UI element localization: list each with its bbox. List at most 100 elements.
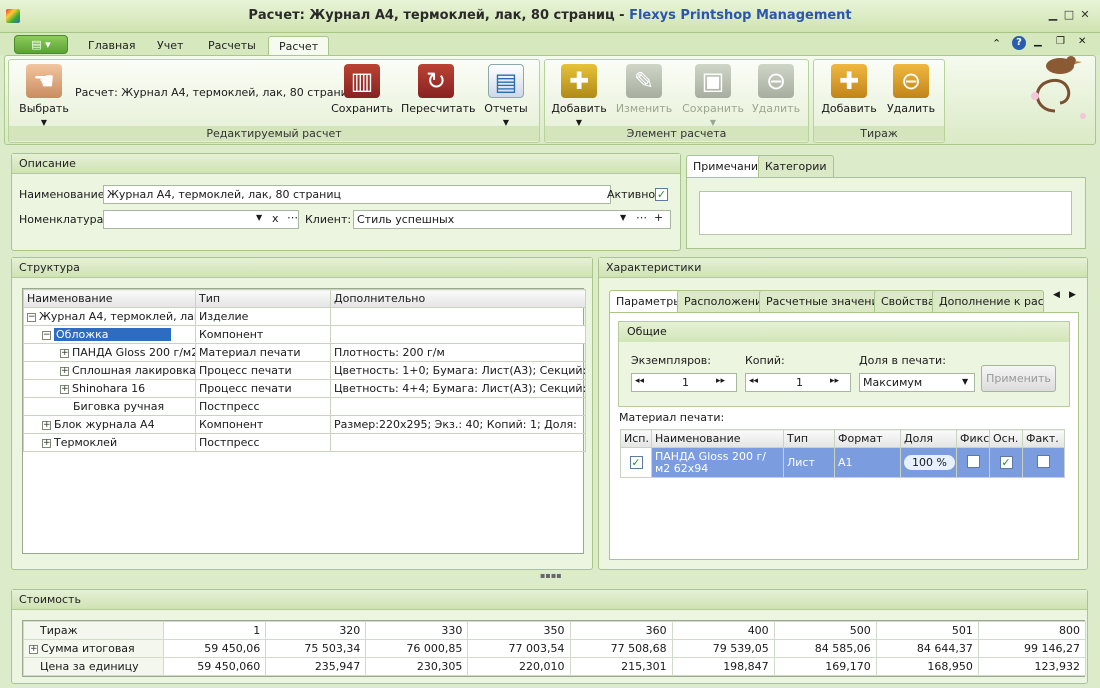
tab-computed-values[interactable]: Расчетные значения bbox=[759, 290, 893, 312]
cell[interactable]: 400 bbox=[671, 621, 775, 640]
cell[interactable]: 59 450,06 bbox=[163, 639, 267, 658]
column-header[interactable]: Наименование bbox=[651, 429, 784, 448]
collapse-icon[interactable]: − bbox=[27, 312, 36, 322]
expand-icon[interactable]: + bbox=[42, 420, 51, 430]
clear-icon[interactable]: x bbox=[272, 212, 279, 225]
actual-checkbox[interactable] bbox=[1037, 454, 1050, 468]
cell[interactable]: 77 003,54 bbox=[467, 639, 571, 658]
share-combo[interactable]: Максимум ▼ bbox=[859, 373, 975, 392]
first-icon[interactable]: ◂◂ bbox=[635, 376, 644, 386]
dropdown-arrow-icon[interactable]: ▼ bbox=[962, 377, 968, 386]
cell[interactable]: 1 bbox=[163, 621, 267, 640]
material-row[interactable]: ✓ ПАНДА Gloss 200 г/м2 62х94 Лист А1 100… bbox=[620, 447, 1065, 478]
column-header[interactable]: Формат bbox=[834, 429, 901, 448]
cell[interactable]: 75 503,34 bbox=[265, 639, 367, 658]
cell[interactable]: 198,847 bbox=[671, 657, 775, 676]
tree-row[interactable]: − Журнал А4, термоклей, лак Изделие bbox=[23, 307, 586, 326]
name-field[interactable]: Журнал А4, термоклей, лак, 80 страниц bbox=[103, 185, 611, 204]
collapse-ribbon-icon[interactable]: ⌃ bbox=[992, 37, 1001, 50]
element-edit-button[interactable]: ✎ Изменить bbox=[609, 62, 679, 126]
cell[interactable]: 76 000,85 bbox=[365, 639, 469, 658]
tree-row[interactable]: Биговка ручная Постпресс bbox=[23, 397, 586, 416]
last-icon[interactable]: ▸▸ bbox=[716, 376, 725, 386]
last-icon[interactable]: ▸▸ bbox=[830, 376, 839, 386]
element-save-button[interactable]: ▣ Сохранить ▼ bbox=[678, 62, 748, 127]
cell[interactable]: 99 146,27 bbox=[977, 639, 1087, 658]
use-checkbox[interactable]: ✓ bbox=[629, 456, 643, 469]
column-header[interactable]: Фикс. bbox=[956, 429, 990, 448]
fixed-checkbox[interactable] bbox=[966, 454, 980, 468]
cell[interactable]: 235,947 bbox=[265, 657, 367, 676]
cell[interactable]: 500 bbox=[773, 621, 877, 640]
save-button[interactable]: ▥ Сохранить bbox=[327, 62, 397, 126]
recalculate-button[interactable]: ↻ Пересчитать bbox=[401, 62, 476, 126]
splitter-grip[interactable]: ▪▪▪▪ bbox=[540, 572, 562, 580]
more-icon[interactable]: ⋯ bbox=[636, 211, 647, 224]
app-menu-button[interactable]: ▤ ▾ bbox=[14, 35, 68, 54]
tirazh-delete-button[interactable]: ⊖ Удалить bbox=[876, 62, 946, 126]
expand-icon[interactable]: + bbox=[60, 348, 69, 358]
cell[interactable]: 330 bbox=[365, 621, 469, 640]
expand-icon[interactable]: + bbox=[60, 366, 69, 376]
column-header[interactable]: Дополнительно bbox=[330, 289, 586, 308]
tab-calculations[interactable]: Расчеты bbox=[198, 36, 266, 55]
tree-row[interactable]: + Сплошная лакировка А Процесс печати Цве… bbox=[23, 361, 586, 380]
reports-button[interactable]: ▤ Отчеты ▼ bbox=[471, 62, 541, 127]
tirazh-add-button[interactable]: ✚ Добавить bbox=[814, 62, 884, 126]
tree-row-selected[interactable]: − Обложка Компонент Размер:290х450; Экзем… bbox=[23, 325, 586, 344]
element-add-button[interactable]: ✚ Добавить ▼ bbox=[544, 62, 614, 127]
cell[interactable]: 77 508,68 bbox=[569, 639, 673, 658]
tab-scroll-left-icon[interactable]: ◀ bbox=[1053, 290, 1060, 300]
column-header[interactable]: Факт. bbox=[1022, 429, 1065, 448]
main-checkbox[interactable]: ✓ bbox=[999, 456, 1013, 469]
column-header[interactable]: Доля bbox=[900, 429, 957, 448]
copies-spinner[interactable]: ◂◂ 1 ▸▸ bbox=[745, 373, 851, 392]
tab-home[interactable]: Главная bbox=[78, 36, 146, 55]
expand-icon[interactable]: + bbox=[60, 384, 69, 394]
dropdown-arrow-icon[interactable]: ▼ bbox=[256, 213, 262, 222]
cell[interactable]: 169,170 bbox=[773, 657, 877, 676]
column-header[interactable]: Осн. bbox=[989, 429, 1023, 448]
active-checkbox[interactable]: ✓ bbox=[655, 188, 668, 201]
cell[interactable]: 360 bbox=[569, 621, 673, 640]
element-delete-button[interactable]: ⊖ Удалить bbox=[741, 62, 811, 126]
note-textarea[interactable] bbox=[699, 191, 1072, 235]
column-header[interactable]: Тип bbox=[783, 429, 835, 448]
cell[interactable]: 79 539,05 bbox=[671, 639, 775, 658]
expand-icon[interactable]: + bbox=[29, 644, 38, 654]
more-icon[interactable]: ⋯ bbox=[287, 211, 298, 224]
cell[interactable]: 123,932 bbox=[977, 657, 1087, 676]
cell[interactable]: 220,010 bbox=[467, 657, 571, 676]
cell[interactable]: 84 644,37 bbox=[875, 639, 979, 658]
column-header[interactable]: Тип bbox=[195, 289, 331, 308]
nomenclature-combo[interactable]: ▼ x ⋯ bbox=[103, 210, 299, 229]
add-icon[interactable]: + bbox=[654, 211, 663, 224]
column-header[interactable]: Исп. bbox=[620, 429, 652, 448]
tree-row[interactable]: + ПАНДА Gloss 200 г/м2 6 Материал печати … bbox=[23, 343, 586, 362]
first-icon[interactable]: ◂◂ bbox=[749, 376, 758, 386]
tab-calculation[interactable]: Расчет bbox=[268, 36, 330, 55]
tab-calc-supplement[interactable]: Дополнение к расчет bbox=[932, 290, 1044, 312]
cell[interactable]: 320 bbox=[265, 621, 367, 640]
dropdown-arrow-icon[interactable]: ▼ bbox=[620, 213, 626, 222]
tab-scroll-right-icon[interactable]: ▶ bbox=[1069, 290, 1076, 300]
cell[interactable]: 230,305 bbox=[365, 657, 469, 676]
expand-icon[interactable]: + bbox=[42, 438, 51, 448]
select-button[interactable]: ☚ Выбрать ▼ bbox=[9, 62, 79, 127]
cell[interactable]: 84 585,06 bbox=[773, 639, 877, 658]
tree-row[interactable]: + Блок журнала А4 Компонент Размер:220х29… bbox=[23, 415, 586, 434]
cell[interactable]: 215,301 bbox=[569, 657, 673, 676]
copies-ex-spinner[interactable]: ◂◂ 1 ▸▸ bbox=[631, 373, 737, 392]
tab-accounting[interactable]: Учет bbox=[147, 36, 193, 55]
apply-button[interactable]: Применить bbox=[981, 365, 1056, 392]
cell[interactable]: 350 bbox=[467, 621, 571, 640]
tree-row[interactable]: + Shinohara 16 Процесс печати Цветность: … bbox=[23, 379, 586, 398]
cell[interactable]: 501 bbox=[875, 621, 979, 640]
collapse-icon[interactable]: − bbox=[42, 330, 51, 340]
tab-categories[interactable]: Категории bbox=[758, 155, 834, 177]
cell[interactable]: 168,950 bbox=[875, 657, 979, 676]
cell[interactable]: 59 450,060 bbox=[163, 657, 267, 676]
column-header[interactable]: Наименование bbox=[23, 289, 196, 308]
minimize-icon[interactable]: ▁ bbox=[1045, 8, 1061, 22]
cell[interactable]: 800 bbox=[977, 621, 1087, 640]
